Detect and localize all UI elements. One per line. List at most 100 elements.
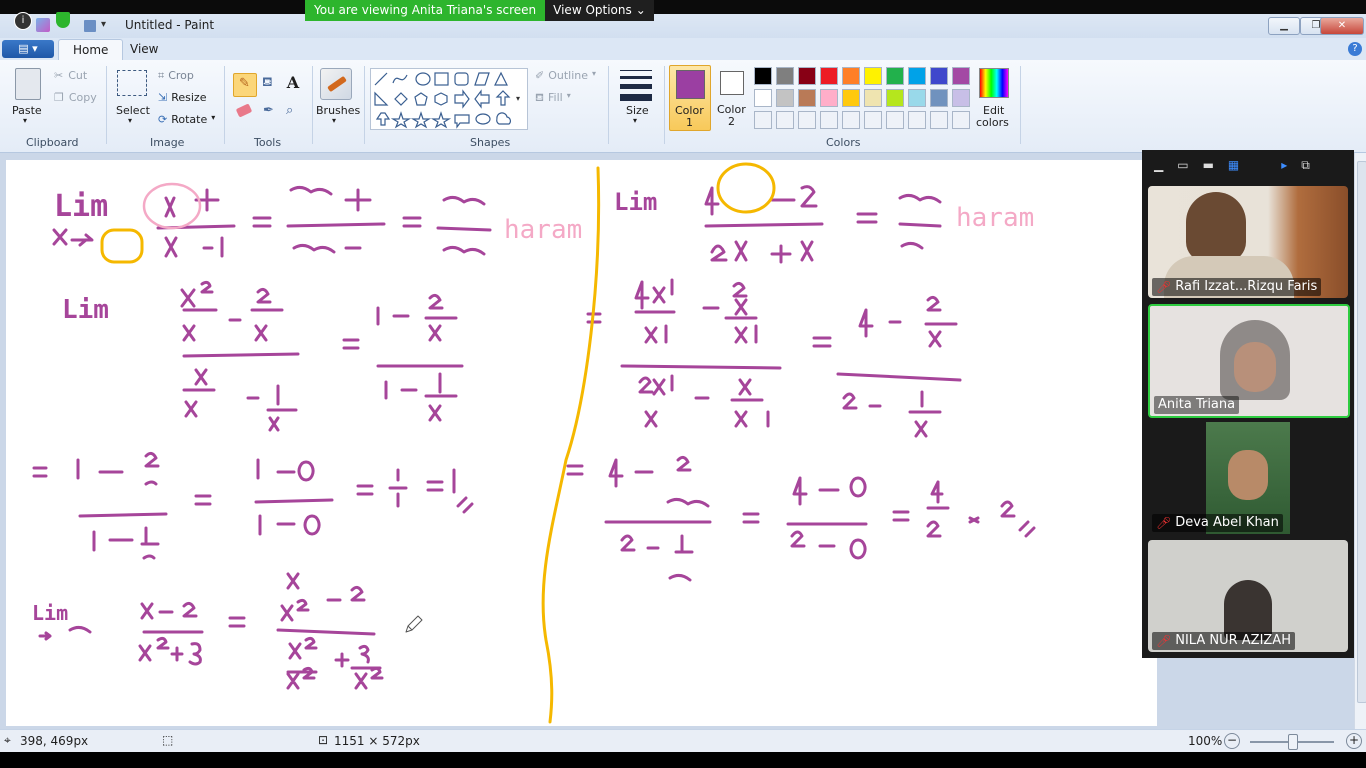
palette-swatch[interactable] bbox=[842, 111, 860, 129]
palette-swatch[interactable] bbox=[886, 89, 904, 107]
fraction-bar bbox=[836, 372, 962, 382]
color2-button[interactable]: Color 2 bbox=[712, 65, 752, 129]
palette-swatch[interactable] bbox=[864, 111, 882, 129]
zoom-info-icon[interactable]: i bbox=[14, 12, 32, 30]
clipboard-group-label: Clipboard bbox=[26, 136, 79, 149]
participant-name-tag: Anita Triana bbox=[1154, 396, 1240, 414]
zoom-out-button[interactable]: − bbox=[1224, 733, 1240, 749]
participant-tile[interactable]: 🎤︎ NILA NUR AZIZAH bbox=[1148, 540, 1348, 652]
minimize-button[interactable]: ▁ bbox=[1268, 17, 1300, 35]
palette-swatch[interactable] bbox=[798, 111, 816, 129]
fraction-bar bbox=[182, 352, 300, 358]
brushes-button[interactable]: Brushes ▾ bbox=[314, 66, 360, 128]
eraser-tool[interactable] bbox=[233, 101, 255, 123]
rotate-icon: ⟳ bbox=[158, 113, 168, 126]
zoom-in-button[interactable]: + bbox=[1346, 733, 1362, 749]
palette-swatch[interactable] bbox=[776, 111, 794, 129]
color1-button[interactable]: Color 1 bbox=[669, 65, 711, 131]
cut-button[interactable]: ✂ Cut bbox=[54, 69, 87, 82]
quick-access-dropdown-icon[interactable]: ▾ bbox=[101, 19, 106, 30]
minimize-video-icon[interactable]: ▁ bbox=[1154, 158, 1163, 172]
palette-swatch[interactable] bbox=[930, 67, 948, 85]
ink-stroke bbox=[280, 572, 366, 622]
size-button[interactable]: Size ▾ bbox=[614, 66, 660, 128]
text-tool[interactable]: A bbox=[282, 73, 304, 95]
palette-swatch[interactable] bbox=[842, 89, 860, 107]
shield-icon[interactable] bbox=[56, 12, 70, 28]
fill-button[interactable]: ⛾ Fill ▾ bbox=[535, 91, 571, 106]
scroll-thumb[interactable] bbox=[1357, 161, 1366, 703]
palette-swatch[interactable] bbox=[776, 67, 794, 85]
palette-swatch[interactable] bbox=[754, 89, 772, 107]
save-icon[interactable] bbox=[84, 20, 96, 32]
palette-swatch[interactable] bbox=[952, 67, 970, 85]
group-divider bbox=[664, 66, 665, 144]
palette-swatch[interactable] bbox=[754, 111, 772, 129]
color-picker-tool[interactable]: ✒ bbox=[258, 101, 280, 123]
palette-swatch[interactable] bbox=[842, 67, 860, 85]
zoom-level: 100% bbox=[1188, 734, 1223, 748]
palette-swatch[interactable] bbox=[754, 67, 772, 85]
paste-button[interactable]: Paste ▾ bbox=[8, 66, 46, 128]
ink-stroke bbox=[792, 476, 867, 506]
crop-button[interactable]: ⌗ Crop bbox=[158, 69, 194, 83]
help-icon[interactable]: ? bbox=[1348, 42, 1362, 56]
ink-stroke bbox=[356, 468, 474, 514]
palette-swatch[interactable] bbox=[908, 67, 926, 85]
resize-button[interactable]: ⇲ Resize bbox=[158, 91, 206, 104]
palette-swatch[interactable] bbox=[864, 67, 882, 85]
shapes-scroll-down-icon[interactable]: ▾ bbox=[516, 94, 520, 103]
fraction-bar bbox=[436, 226, 492, 232]
participant-tile-active-speaker[interactable]: Anita Triana bbox=[1148, 304, 1350, 418]
participant-tile[interactable]: 🎤︎ Rafi Izzat...Rizqu Faris bbox=[1148, 186, 1348, 298]
divider-line bbox=[541, 166, 601, 724]
file-menu-button[interactable]: ▤ ▾ bbox=[2, 40, 54, 58]
ink-stroke bbox=[292, 243, 362, 254]
muted-mic-icon: 🎤︎ bbox=[1156, 633, 1172, 648]
view-options-button[interactable]: View Options ⌄ bbox=[545, 0, 654, 21]
edit-colors-button[interactable]: Edit colors bbox=[976, 66, 1012, 129]
speaker-view-icon[interactable]: ▬ bbox=[1203, 158, 1214, 172]
next-page-icon[interactable]: ▸ bbox=[1281, 158, 1287, 172]
palette-swatch[interactable] bbox=[886, 67, 904, 85]
outline-button[interactable]: ✐ Outline ▾ bbox=[535, 69, 596, 82]
palette-swatch[interactable] bbox=[820, 111, 838, 129]
palette-swatch[interactable] bbox=[886, 111, 904, 129]
vertical-scrollbar[interactable] bbox=[1354, 153, 1366, 729]
palette-swatch[interactable] bbox=[820, 67, 838, 85]
palette-swatch[interactable] bbox=[952, 111, 970, 129]
zoom-slider-thumb[interactable] bbox=[1288, 734, 1298, 750]
rotate-button[interactable]: ⟳ Rotate ▾ bbox=[158, 113, 215, 126]
palette-swatch[interactable] bbox=[864, 89, 882, 107]
palette-swatch[interactable] bbox=[776, 89, 794, 107]
tab-home[interactable]: Home bbox=[58, 39, 124, 61]
pencil-tool[interactable]: ✎ bbox=[233, 73, 257, 97]
palette-swatch[interactable] bbox=[798, 67, 816, 85]
ink-stroke bbox=[38, 625, 92, 641]
participant-tile[interactable]: 🎤︎ Deva Abel Khan bbox=[1148, 422, 1348, 534]
gallery-view-icon[interactable]: ▦ bbox=[1228, 158, 1239, 172]
palette-swatch[interactable] bbox=[820, 89, 838, 107]
eyedropper-icon: ✒ bbox=[263, 103, 274, 118]
palette-swatch[interactable] bbox=[952, 89, 970, 107]
palette-swatch[interactable] bbox=[930, 89, 948, 107]
ink-stroke bbox=[856, 212, 878, 224]
copy-button[interactable]: ❐ Copy bbox=[54, 91, 97, 104]
palette-swatch[interactable] bbox=[798, 89, 816, 107]
tab-view[interactable]: View bbox=[116, 39, 172, 60]
shapes-gallery[interactable] bbox=[370, 68, 528, 130]
magnifier-tool[interactable]: ⌕ bbox=[282, 101, 304, 123]
ink-stroke bbox=[704, 186, 720, 216]
close-button[interactable]: ✕ bbox=[1320, 17, 1364, 35]
hide-video-icon[interactable]: ▭ bbox=[1177, 158, 1188, 172]
fill-tool[interactable]: ⛾ bbox=[258, 73, 280, 95]
palette-swatch[interactable] bbox=[908, 89, 926, 107]
ink-stroke bbox=[790, 530, 867, 560]
ink-stroke bbox=[608, 455, 710, 508]
select-button[interactable]: Select ▾ bbox=[114, 68, 150, 128]
crop-label: Crop bbox=[168, 69, 194, 82]
popout-icon[interactable]: ⧉ bbox=[1301, 158, 1310, 173]
ink-stroke bbox=[376, 293, 458, 342]
palette-swatch[interactable] bbox=[930, 111, 948, 129]
palette-swatch[interactable] bbox=[908, 111, 926, 129]
